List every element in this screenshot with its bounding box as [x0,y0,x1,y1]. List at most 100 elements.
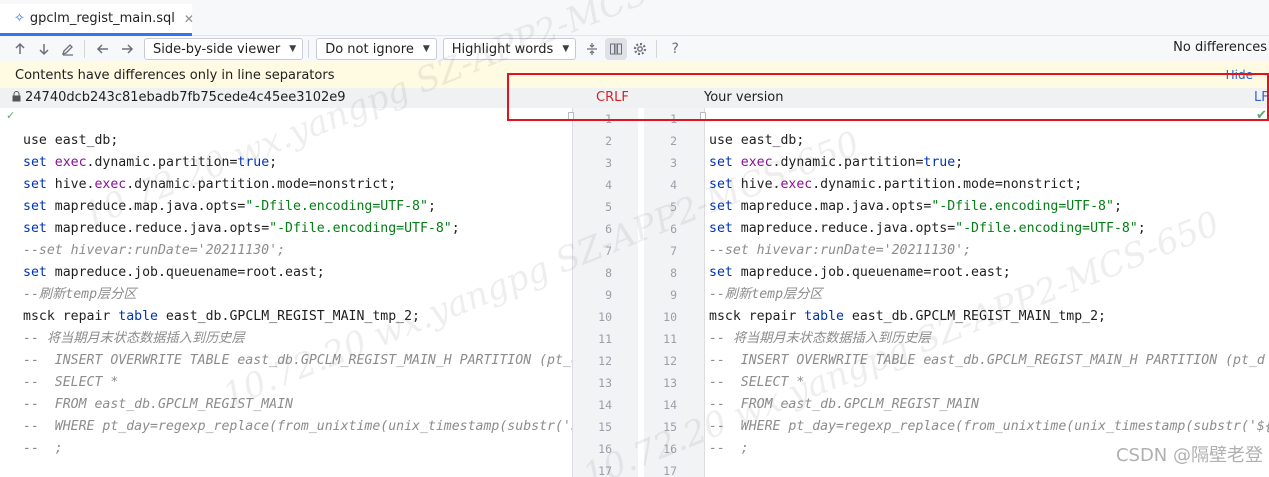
code-token: -- ; [23,441,63,456]
right-code: use east_db; set exec.dynamic.partition=t… [704,108,1269,477]
code-token: set [23,199,47,214]
code-token: .dynamic.partition.mode=nonstrict; [812,177,1083,192]
code-token: table [804,309,844,324]
code-token: "-Dfile.encoding=UTF-8" [955,221,1138,236]
left-editor[interactable]: use east_db;set exec.dynamic.partition=t… [0,108,572,477]
gutter-border [704,108,705,477]
toolbar-separator [656,40,658,58]
code-token: --刷新temp层分区 [23,287,137,302]
code-token: -- SELECT * [23,375,119,390]
help-icon[interactable]: ? [664,38,686,60]
code-token: -- FROM east_db.GPCLM_REGIST_MAIN [23,397,293,412]
code-token: ; [1113,199,1122,214]
code-token: -- INSERT OVERWRITE TABLE east_db.GPCLM_… [709,353,1265,368]
chevron-down-icon: ▼ [289,44,297,54]
tab-gpclm-regist-main[interactable]: ✧ gpclm_regist_main.sql ✕ [0,4,194,36]
line-number: 12 [663,354,677,368]
code-token: set [709,221,733,236]
arrow-right-icon[interactable] [116,38,138,60]
code-line: msck repair table east_db.GPCLM_REGIST_M… [704,306,1269,328]
line-number: 4 [670,178,677,192]
code-token: mapreduce.map.java.opts= [732,199,932,214]
toolbar-separator [84,40,85,58]
code-token: msck repair [23,309,119,324]
sql-file-icon: ✧ [14,11,25,26]
diff-toolbar: Side-by-side viewer ▼ Do not ignore ▼ Hi… [0,36,1269,62]
code-line: set exec.dynamic.partition=true; [704,152,1269,174]
code-token: true [923,155,956,170]
code-token: mapreduce.job.queuename=root.east; [46,265,325,280]
highlight-words-dropdown[interactable]: Highlight words ▼ [442,38,577,60]
code-token: -- INSERT OVERWRITE TABLE east_db.GPCLM_… [23,353,572,368]
line-number: 17 [663,464,677,477]
chevron-down-icon: ▼ [562,44,570,54]
annotation-highlight-box [507,73,1269,121]
line-number: 13 [598,376,612,390]
left-line-gutter: 1 2 3 4 5 6 7 8 9 10 11 12 13 14 15 16 17 [572,108,638,477]
code-token: mapreduce.map.java.opts= [46,199,246,214]
gutter-border [572,108,573,477]
code-token: set [709,265,733,280]
right-editor[interactable]: use east_db; set exec.dynamic.partition=t… [704,108,1269,477]
code-token: .dynamic.partition= [86,155,238,170]
code-line: --set hivevar:runDate='20211130'; [704,240,1269,262]
line-number: 7 [605,244,612,258]
sync-scroll-icon[interactable] [605,38,628,60]
line-number: 14 [598,398,612,412]
code-token: mapreduce.reduce.java.opts= [732,221,956,236]
viewer-mode-dropdown[interactable]: Side-by-side viewer ▼ [144,38,304,60]
collapse-unchanged-icon[interactable] [581,38,603,60]
code-token: "-Dfile.encoding=UTF-8" [245,199,428,214]
line-number: 7 [670,244,677,258]
code-line: -- WHERE pt_day=regexp_replace(from_unix… [704,416,1269,438]
line-number: 11 [598,332,612,346]
ignore-whitespace-label: Do not ignore [325,41,414,57]
code-token: msck repair [709,309,805,324]
code-token: --刷新temp层分区 [709,287,823,302]
arrow-left-icon[interactable] [92,38,114,60]
code-token: hive. [46,177,95,192]
gear-icon[interactable] [629,38,651,60]
code-token: set [23,221,47,236]
code-token: "-Dfile.encoding=UTF-8" [931,199,1114,214]
left-inspection-ok-icon: ✓ [6,109,16,122]
code-line: set exec.dynamic.partition=true; [0,152,572,174]
code-token: -- SELECT * [709,375,805,390]
code-line: set hive.exec.dynamic.partition.mode=non… [704,174,1269,196]
code-token: mapreduce.reduce.java.opts= [46,221,270,236]
code-line: use east_db; [0,130,572,152]
close-icon[interactable]: ✕ [184,12,194,26]
arrow-up-icon[interactable] [9,38,31,60]
code-token: ; [1137,221,1146,236]
code-token: ; [427,199,436,214]
code-token: ; [269,155,278,170]
code-line: --刷新temp层分区 [704,284,1269,306]
code-token: set [23,265,47,280]
code-line: set mapreduce.map.java.opts="-Dfile.enco… [0,196,572,218]
code-token: --set hivevar:runDate='20211130'; [709,243,972,258]
code-line: -- WHERE pt_day=regexp_replace(from_unix… [0,416,572,438]
line-number: 2 [605,134,612,148]
code-line: msck repair table east_db.GPCLM_REGIST_M… [0,306,572,328]
ignore-whitespace-dropdown[interactable]: Do not ignore ▼ [316,38,437,60]
arrow-down-icon[interactable] [33,38,55,60]
code-line: --刷新temp层分区 [0,284,572,306]
code-line: -- SELECT * [704,372,1269,394]
line-number: 6 [670,222,677,236]
code-token: -- WHERE pt_day=regexp_replace(from_unix… [23,419,572,434]
code-line: -- FROM east_db.GPCLM_REGIST_MAIN [704,394,1269,416]
notification-message: Contents have differences only in line s… [15,67,335,83]
code-token: hive. [732,177,781,192]
edit-pencil-icon[interactable] [57,38,79,60]
line-number: 9 [670,288,677,302]
code-line: set mapreduce.job.queuename=root.east; [0,262,572,284]
chevron-down-icon: ▼ [422,44,430,54]
code-token: table [118,309,158,324]
code-token: .dynamic.partition.mode=nonstrict; [126,177,397,192]
code-token: use east_db; [23,133,119,148]
line-number: 8 [605,266,612,280]
lock-icon [12,91,21,105]
code-line: set mapreduce.job.queuename=root.east; [704,262,1269,284]
